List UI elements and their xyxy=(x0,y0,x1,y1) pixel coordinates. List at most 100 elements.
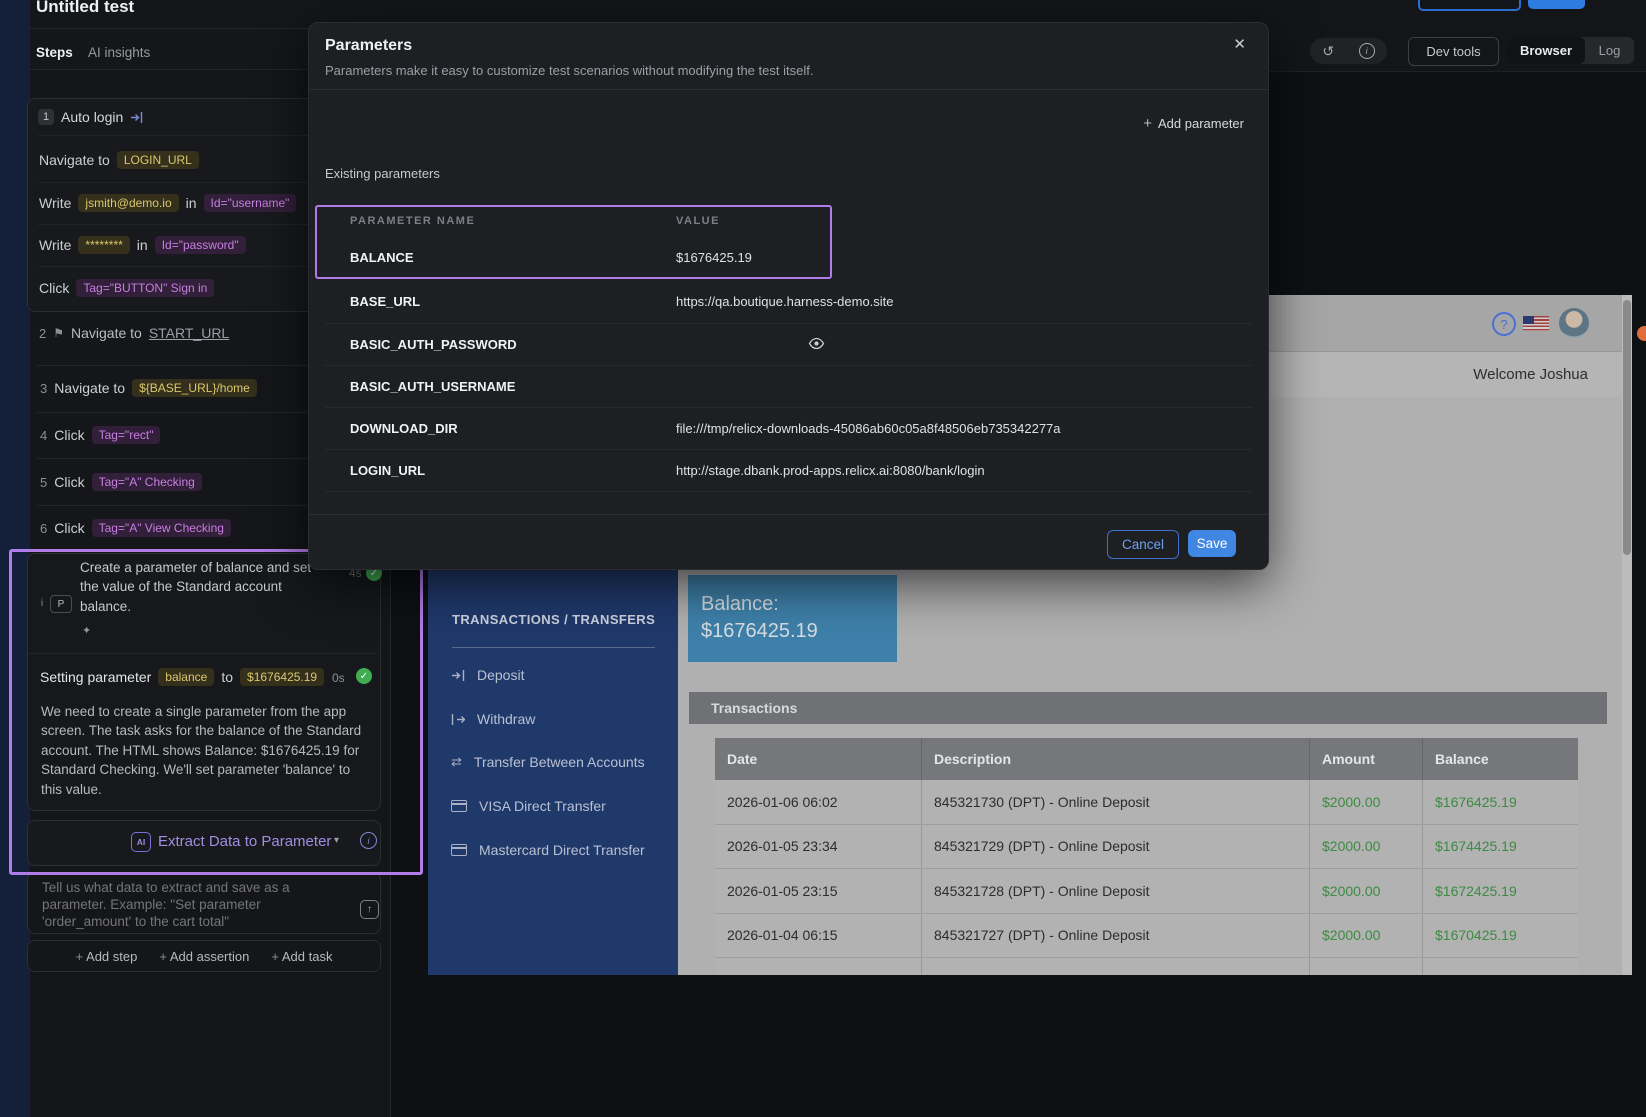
parameters-modal: ✕ Parameters Parameters make it easy to … xyxy=(308,22,1269,570)
step-6[interactable]: 6 Click Tag="A" View Checking xyxy=(40,517,231,539)
param-name: DOWNLOAD_DIR xyxy=(350,421,458,436)
extract-prompt-input[interactable] xyxy=(40,877,306,931)
param-row-basic-auth-password[interactable]: BASIC_AUTH_PASSWORD xyxy=(325,323,1252,366)
tab-steps[interactable]: Steps xyxy=(36,45,73,60)
cell-amount: $2000.00 xyxy=(1310,914,1423,958)
param-value: file:///tmp/relicx-downloads-45086ab60c0… xyxy=(676,421,1061,436)
close-icon[interactable]: ✕ xyxy=(1229,31,1250,57)
param-row-download-dir[interactable]: DOWNLOAD_DIR file:///tmp/relicx-download… xyxy=(325,407,1252,450)
setting-parameter-row[interactable]: Setting parameter balance to $1676425.19 xyxy=(40,666,324,688)
col-header-description: Description xyxy=(922,738,1310,780)
selector-badge: Tag="A" View Checking xyxy=(92,519,231,537)
col-header-amount: Amount xyxy=(1310,738,1423,780)
step-row-write-username[interactable]: Write jsmith@demo.io in Id="username" xyxy=(39,192,296,214)
param-row-base-url[interactable]: BASE_URL https://qa.boutique.harness-dem… xyxy=(325,278,1252,324)
transactions-title: Transactions xyxy=(711,700,797,716)
step-action-label: in xyxy=(186,195,197,211)
step-number-badge: 1 xyxy=(38,109,54,125)
chevron-down-icon[interactable]: ▾ xyxy=(334,835,339,846)
step-duration: 0s xyxy=(332,671,345,685)
sidebar-item-label: VISA Direct Transfer xyxy=(479,798,606,814)
tab-ai-insights[interactable]: AI insights xyxy=(88,45,150,60)
success-check-icon: ✓ xyxy=(356,668,372,684)
add-bar: + Add step + Add assertion + Add task xyxy=(27,940,381,972)
transfer-icon: ⇄ xyxy=(451,754,462,770)
cancel-button[interactable]: Cancel xyxy=(1107,530,1179,559)
task-instruction: Create a parameter of balance and set th… xyxy=(80,558,312,616)
divider xyxy=(452,647,655,648)
sidebar-item-deposit[interactable]: Deposit xyxy=(451,665,524,685)
add-assertion-button[interactable]: + Add assertion xyxy=(159,949,249,964)
cell-date: 2026-01-06 06:02 xyxy=(715,780,922,824)
step-number: 6 xyxy=(40,521,47,536)
add-assertion-label: Add assertion xyxy=(170,949,250,964)
start-url-link[interactable]: START_URL xyxy=(149,325,229,341)
step-2[interactable]: 2 ⚑ Navigate to START_URL xyxy=(39,322,229,344)
top-primary-button[interactable] xyxy=(1528,0,1585,9)
step-3[interactable]: 3 Navigate to ${BASE_URL}/home xyxy=(40,377,257,399)
cell-description: 845321726 (DPT) - Online Deposit xyxy=(922,958,1310,975)
cell-amount: $2000.00 xyxy=(1310,869,1423,913)
param-row-basic-auth-username[interactable]: BASIC_AUTH_USERNAME xyxy=(325,365,1252,408)
plus-icon: + xyxy=(1143,115,1152,132)
sidebar-item-mastercard-transfer[interactable]: Mastercard Direct Transfer xyxy=(451,840,645,860)
plus-icon: + xyxy=(76,949,84,964)
info-icon[interactable]: i xyxy=(1359,43,1375,59)
sidebar-item-visa-transfer[interactable]: VISA Direct Transfer xyxy=(451,796,606,816)
param-name: BASIC_AUTH_USERNAME xyxy=(350,379,515,394)
plus-icon: + xyxy=(159,949,167,964)
selector-badge: Tag="BUTTON" Sign in xyxy=(76,279,214,297)
recording-indicator-dot xyxy=(1637,326,1646,341)
save-button[interactable]: Save xyxy=(1188,530,1236,557)
cell-balance: $1668425.19 xyxy=(1423,958,1578,975)
sidebar-item-transfer[interactable]: ⇄ Transfer Between Accounts xyxy=(451,752,645,772)
add-step-label: Add step xyxy=(86,949,137,964)
top-secondary-button[interactable] xyxy=(1418,0,1521,11)
add-task-button[interactable]: + Add task xyxy=(271,949,332,964)
eye-icon[interactable] xyxy=(808,337,825,350)
step-number: 2 xyxy=(39,326,46,341)
col-header-balance: Balance xyxy=(1423,738,1578,780)
deposit-icon xyxy=(451,669,465,682)
sidebar-item-label: Withdraw xyxy=(477,711,535,727)
step-row-navigate-login[interactable]: Navigate to LOGIN_URL xyxy=(39,149,199,171)
table-row: 2026-01-04 06:15 845321727 (DPT) - Onlin… xyxy=(715,914,1578,959)
language-flag-icon[interactable] xyxy=(1523,316,1549,331)
sidebar-item-withdraw[interactable]: Withdraw xyxy=(451,709,535,729)
user-avatar[interactable] xyxy=(1559,308,1589,338)
page-title: Untitled test xyxy=(36,0,134,17)
step-group-title: Auto login xyxy=(61,109,123,125)
tab-log[interactable]: Log xyxy=(1585,43,1634,58)
tab-browser[interactable]: Browser xyxy=(1507,37,1585,64)
info-icon[interactable]: i xyxy=(360,832,377,849)
selector-badge: Tag="rect" xyxy=(92,426,161,444)
step-row-click-signin[interactable]: Click Tag="BUTTON" Sign in xyxy=(39,277,214,299)
cell-balance: $1672425.19 xyxy=(1423,869,1578,913)
help-icon[interactable]: ? xyxy=(1492,312,1516,336)
cell-date: 2026-01-05 23:34 xyxy=(715,825,922,869)
dev-tools-button[interactable]: Dev tools xyxy=(1408,37,1499,66)
extract-data-dropdown[interactable]: Extract Data to Parameter xyxy=(158,833,331,850)
sparkle-icon: ✦ xyxy=(82,624,91,637)
step-row-write-password[interactable]: Write ******** in Id="password" xyxy=(39,234,246,256)
table-row: 2026-01-05 23:34 845321729 (DPT) - Onlin… xyxy=(715,825,1578,870)
existing-parameters-label: Existing parameters xyxy=(325,166,440,181)
step-5[interactable]: 5 Click Tag="A" Checking xyxy=(40,471,202,493)
param-value-badge: $1676425.19 xyxy=(240,668,324,686)
add-parameter-button[interactable]: + Add parameter xyxy=(1143,115,1244,132)
param-row-login-url[interactable]: LOGIN_URL http://stage.dbank.prod-apps.r… xyxy=(325,449,1252,492)
step-1-header[interactable]: 1 Auto login xyxy=(38,106,143,128)
balance-value: $1676425.19 xyxy=(701,618,897,645)
step-number: 4 xyxy=(40,428,47,443)
param-row-balance[interactable]: BALANCE $1676425.19 xyxy=(325,236,1252,278)
cell-amount: $50.00 xyxy=(1310,958,1423,975)
step-4[interactable]: 4 Click Tag="rect" xyxy=(40,424,160,446)
transactions-table: Date Description Amount Balance 2026-01-… xyxy=(715,738,1578,975)
transactions-panel-header: Transactions xyxy=(689,692,1607,724)
check-glyph: ✓ xyxy=(360,671,368,682)
add-step-button[interactable]: + Add step xyxy=(76,949,138,964)
scrollbar-thumb[interactable] xyxy=(1623,300,1631,555)
sidebar-section-title: TRANSACTIONS / TRANSFERS xyxy=(452,612,655,627)
refresh-icon[interactable]: ↺ xyxy=(1322,43,1334,60)
submit-prompt-button[interactable]: ↑ xyxy=(360,900,379,919)
